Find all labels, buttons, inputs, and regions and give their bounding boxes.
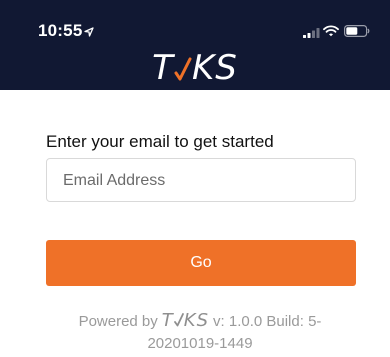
wifi-icon xyxy=(323,24,339,42)
footer-logo: T KS xyxy=(162,310,209,331)
checkmark-icon xyxy=(174,57,192,80)
location-arrow-icon xyxy=(84,24,94,42)
go-button[interactable]: Go xyxy=(46,240,356,286)
email-input[interactable] xyxy=(61,159,345,203)
status-bar: 10:55 xyxy=(0,0,390,44)
brand-logo: T KS xyxy=(0,48,390,88)
email-prompt: Enter your email to get started xyxy=(46,132,274,151)
email-field[interactable] xyxy=(46,158,356,203)
footer-build: 20201019-1449 xyxy=(30,331,370,357)
logo-text-suffix: KS xyxy=(191,48,238,88)
version-line2: 20201019-1449 xyxy=(147,335,253,352)
logo-text-prefix: T xyxy=(152,48,174,88)
app-header: 10:55 T KS xyxy=(0,0,390,90)
footer-logo-suffix: KS xyxy=(183,310,210,331)
version-line1: v: 1.0.0 Build: 5- xyxy=(213,313,322,330)
battery-icon xyxy=(344,24,370,42)
status-time: 10:55 xyxy=(38,21,83,40)
signal-icon xyxy=(303,25,320,43)
footer-checkmark-icon xyxy=(173,313,184,327)
powered-by-label: Powered by xyxy=(78,313,158,330)
footer-logo-prefix: T xyxy=(161,310,174,331)
